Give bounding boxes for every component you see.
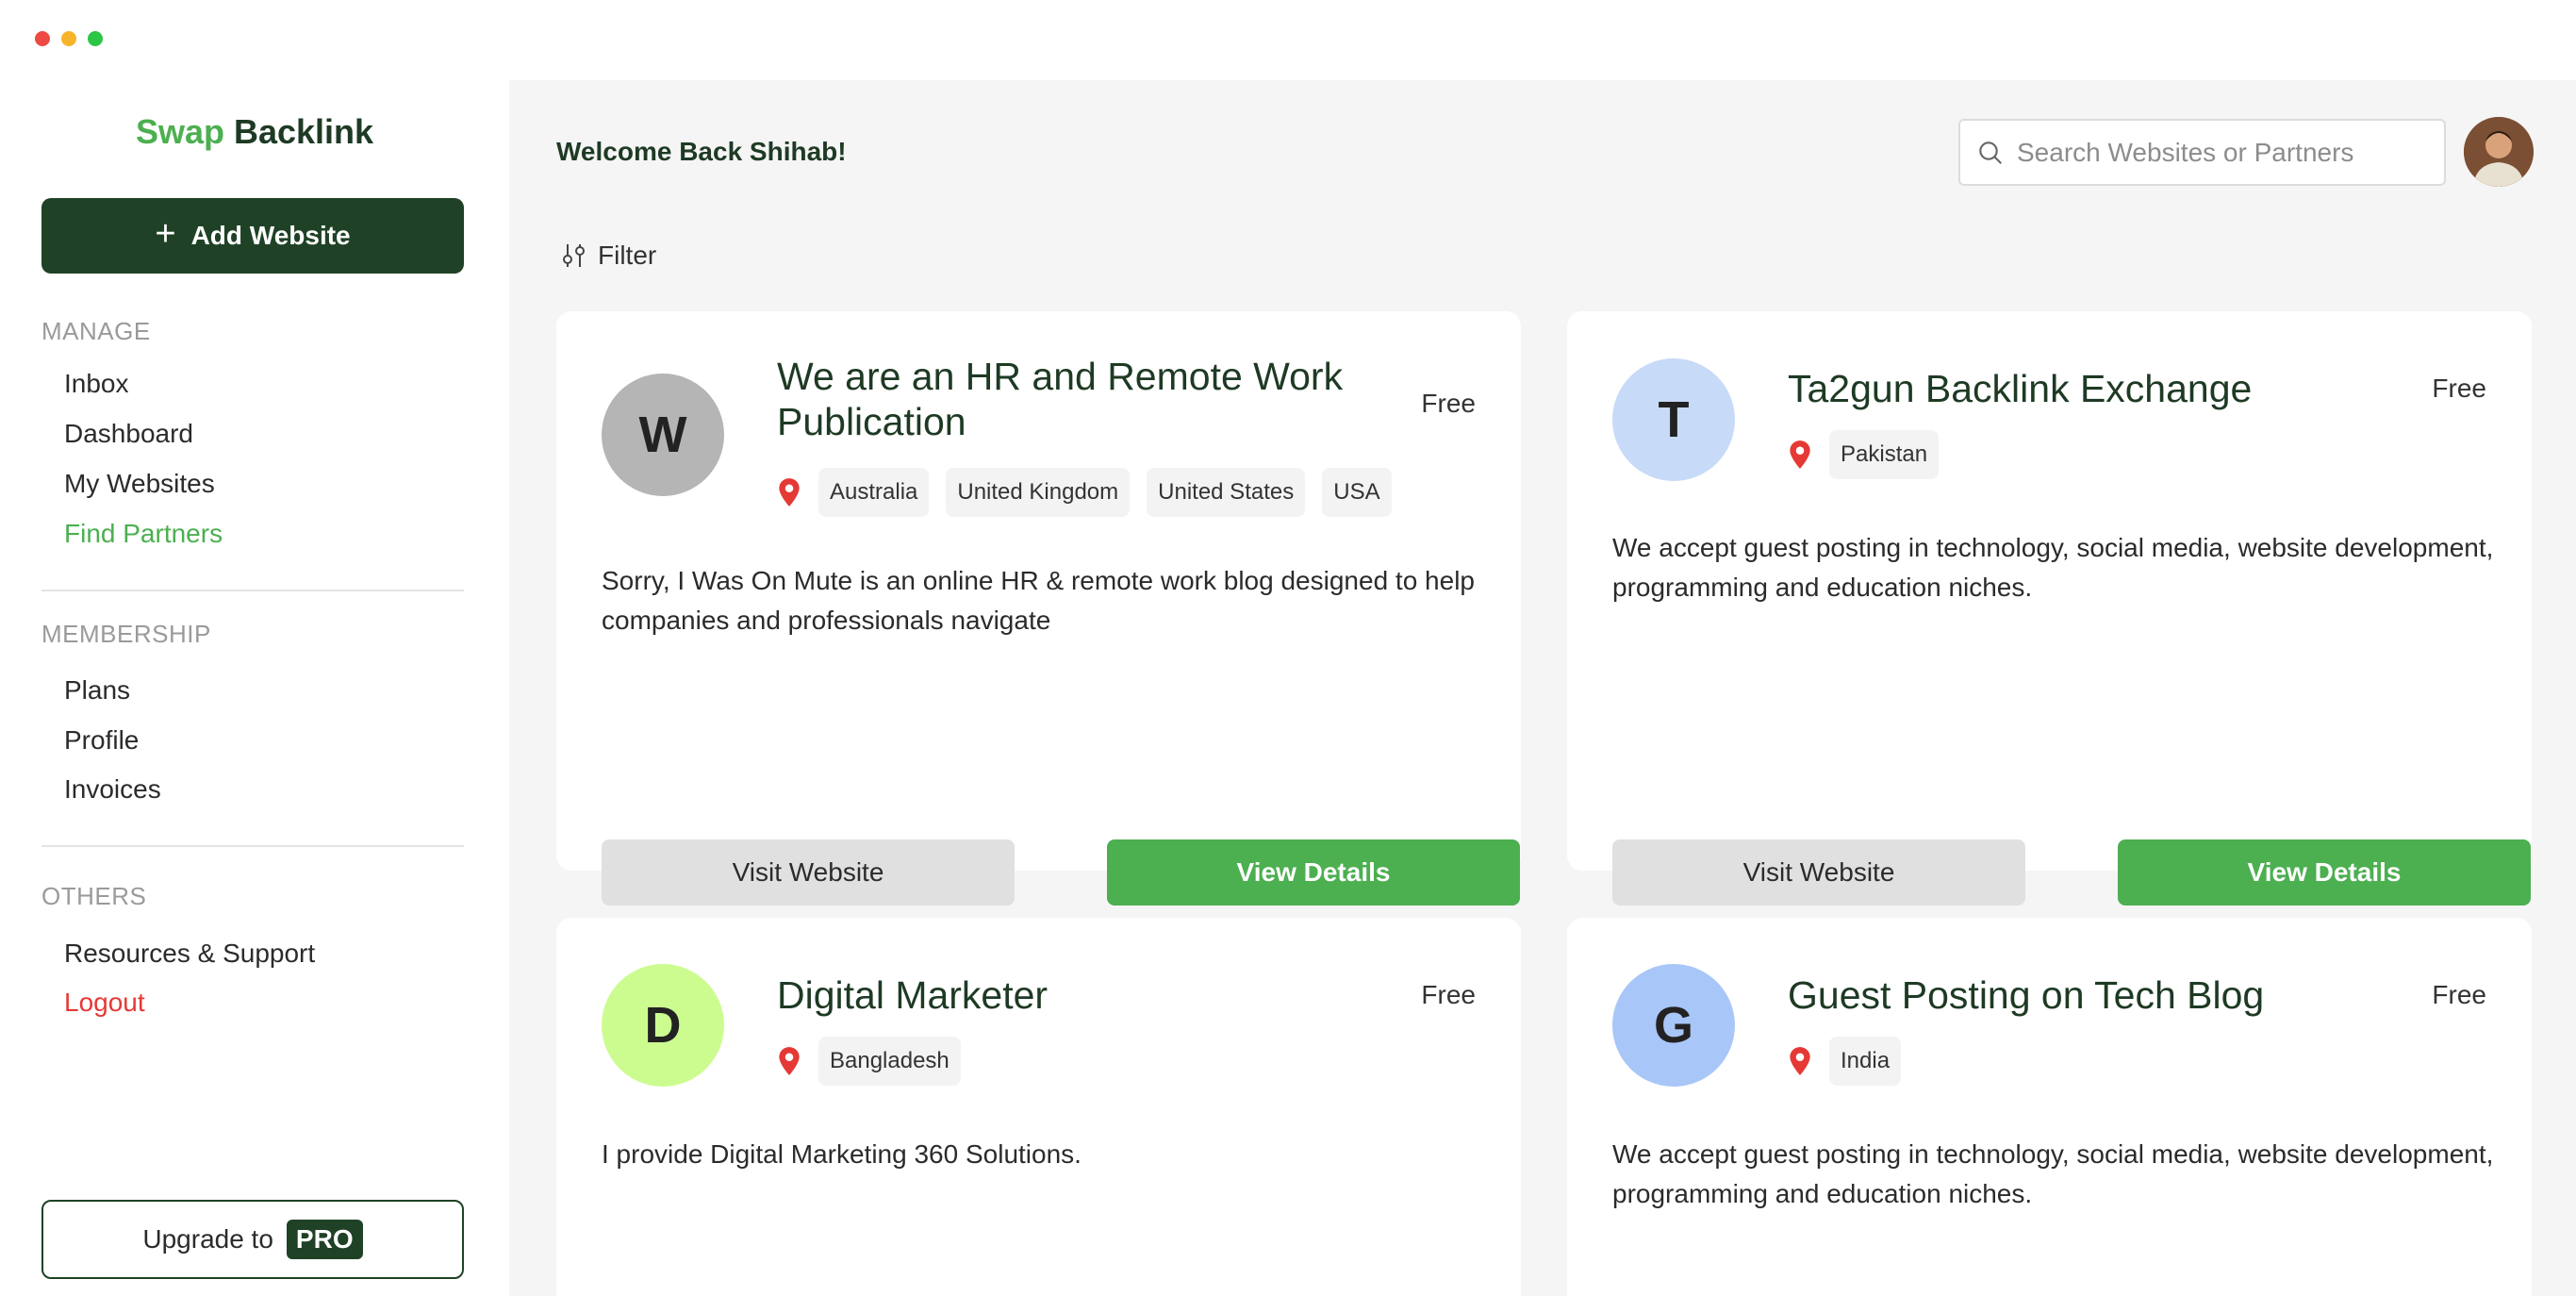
sidebar-item-resources-support[interactable]: Resources & Support [64,939,315,969]
location-tag: Bangladesh [818,1037,961,1086]
card-locations: Bangladesh [777,1037,961,1086]
window-maximize-button[interactable] [88,31,103,46]
card-price: Free [1421,389,1476,418]
partner-card: W We are an HR and Remote Work Publicati… [556,311,1521,906]
view-details-button[interactable]: View Details [1107,839,1520,906]
plus-icon: + [155,214,176,254]
sidebar-item-find-partners[interactable]: Find Partners [64,519,223,549]
card-title[interactable]: We are an HR and Remote Work Publication [777,354,1390,444]
section-title-membership: MEMBERSHIP [41,620,211,648]
card-letter-avatar: D [602,964,724,1087]
location-pin-icon [1790,1047,1810,1075]
card-title[interactable]: Ta2gun Backlink Exchange [1788,366,2401,411]
view-details-button[interactable]: View Details [2118,839,2531,906]
pro-badge: PRO [286,1220,363,1259]
avatar-image [2464,117,2534,187]
sidebar-item-dashboard[interactable]: Dashboard [64,419,193,449]
window-close-button[interactable] [35,31,50,46]
location-tag: United States [1147,468,1306,517]
sidebar: Swap Backlink + Add Website MANAGE Inbox… [0,80,509,1296]
upgrade-button[interactable]: Upgrade to PRO [41,1200,464,1279]
sidebar-item-plans[interactable]: Plans [64,675,130,706]
card-letter-avatar: T [1612,358,1735,481]
location-tag: Australia [818,468,930,517]
window-controls [35,31,103,46]
sidebar-divider [41,590,464,591]
upgrade-label: Upgrade to [142,1224,273,1254]
filter-label: Filter [598,241,657,270]
sliders-icon [563,244,585,267]
partner-card: D Digital Marketer Free Bangladesh I pro… [556,918,1521,1296]
location-tag: United Kingdom [946,468,1131,517]
user-avatar[interactable] [2464,117,2534,187]
location-pin-icon [779,1047,800,1075]
location-pin-icon [779,478,800,507]
sidebar-item-my-websites[interactable]: My Websites [64,469,215,499]
sidebar-item-inbox[interactable]: Inbox [64,369,129,399]
section-title-others: OTHERS [41,882,147,910]
filter-button[interactable]: Filter [562,241,656,271]
visit-website-button[interactable]: Visit Website [602,839,1015,906]
card-locations: Pakistan [1788,430,1940,479]
logo-part-backlink: Backlink [233,112,374,151]
location-pin-icon [1790,440,1810,469]
sidebar-item-profile[interactable]: Profile [64,725,139,756]
add-website-button[interactable]: + Add Website [41,198,464,274]
welcome-message: Welcome Back Shihab! [556,137,847,166]
window-minimize-button[interactable] [61,31,76,46]
main-content: Welcome Back Shihab! Filter W We are an … [509,80,2576,1296]
search-box[interactable] [1958,119,2446,186]
search-input[interactable] [2017,121,2432,184]
card-price: Free [2432,374,2486,403]
sidebar-item-invoices[interactable]: Invoices [64,774,161,805]
card-title[interactable]: Guest Posting on Tech Blog [1788,972,2401,1018]
location-tag: India [1829,1037,1902,1086]
logo[interactable]: Swap Backlink [0,112,509,152]
card-description: Sorry, I Was On Mute is an online HR & r… [602,566,1475,635]
location-tag: USA [1322,468,1392,517]
location-tag: Pakistan [1829,430,1940,479]
card-description: We accept guest posting in technology, s… [1612,533,2494,602]
card-letter-avatar: W [602,374,724,496]
card-description: We accept guest posting in technology, s… [1612,1139,2494,1208]
card-title[interactable]: Digital Marketer [777,972,1390,1018]
add-website-label: Add Website [190,221,351,250]
sidebar-divider [41,845,464,847]
section-title-manage: MANAGE [41,317,151,345]
partner-card: T Ta2gun Backlink Exchange Free Pakistan… [1567,311,2532,906]
card-locations: India [1788,1037,1902,1086]
sidebar-item-logout[interactable]: Logout [64,988,145,1018]
card-locations: Australia United Kingdom United States U… [777,468,1392,517]
logo-part-swap: Swap [135,112,224,151]
card-description: I provide Digital Marketing 360 Solution… [602,1139,1082,1169]
search-icon [1979,141,2002,164]
card-price: Free [1421,980,1476,1009]
card-price: Free [2432,980,2486,1009]
visit-website-button[interactable]: Visit Website [1612,839,2025,906]
card-letter-avatar: G [1612,964,1735,1087]
partner-card: G Guest Posting on Tech Blog Free India … [1567,918,2532,1296]
